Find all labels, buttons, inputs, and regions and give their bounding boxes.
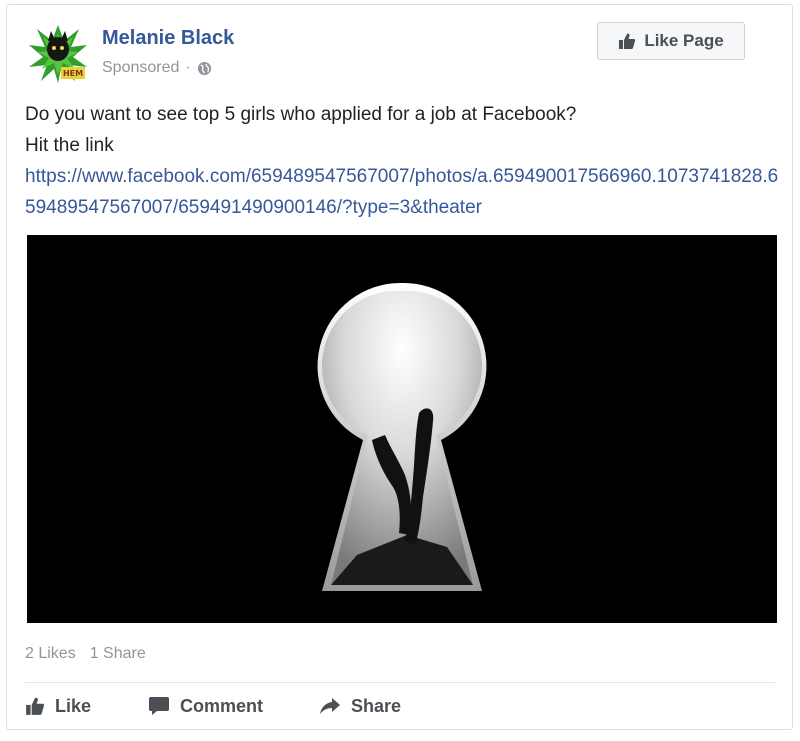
sponsored-label[interactable]: Sponsored bbox=[102, 59, 179, 77]
post-text-line-1: Do you want to see top 5 girls who appli… bbox=[25, 104, 577, 125]
share-arrow-icon bbox=[319, 696, 341, 716]
page-avatar[interactable]: HEM bbox=[27, 21, 89, 83]
like-button[interactable]: Like bbox=[25, 691, 91, 721]
globe-icon[interactable] bbox=[197, 61, 212, 76]
like-page-label: Like Page bbox=[644, 31, 724, 50]
like-page-button[interactable]: Like Page bbox=[597, 22, 745, 60]
comment-button[interactable]: Comment bbox=[148, 691, 263, 721]
shares-count-link[interactable]: 1 Share bbox=[90, 645, 146, 663]
avatar-logo-text: HEM bbox=[63, 69, 83, 78]
post-url-link[interactable]: https://www.facebook.com/659489547567007… bbox=[25, 166, 778, 218]
post-meta: Sponsored · bbox=[102, 59, 212, 77]
like-button-label: Like bbox=[55, 695, 92, 716]
post-stats: 2 Likes 1 Share bbox=[25, 645, 146, 663]
actions-divider bbox=[25, 682, 775, 683]
post-text-line-2: Hit the link bbox=[25, 135, 114, 156]
share-button-label: Share bbox=[351, 695, 402, 716]
share-button[interactable]: Share bbox=[319, 691, 401, 721]
meta-separator: · bbox=[185, 59, 191, 76]
comment-button-label: Comment bbox=[180, 695, 264, 716]
post-body: Do you want to see top 5 girls who appli… bbox=[25, 99, 785, 223]
page-name-link[interactable]: Melanie Black bbox=[102, 27, 234, 50]
post-image-keyhole[interactable] bbox=[27, 235, 777, 623]
comment-bubble-icon bbox=[148, 696, 170, 716]
sponsored-post-card: HEM Melanie Black Sponsored · Like Page … bbox=[6, 4, 793, 730]
thumbs-up-icon bbox=[618, 32, 636, 50]
likes-count-link[interactable]: 2 Likes bbox=[25, 645, 76, 663]
thumbs-up-icon bbox=[25, 696, 45, 716]
